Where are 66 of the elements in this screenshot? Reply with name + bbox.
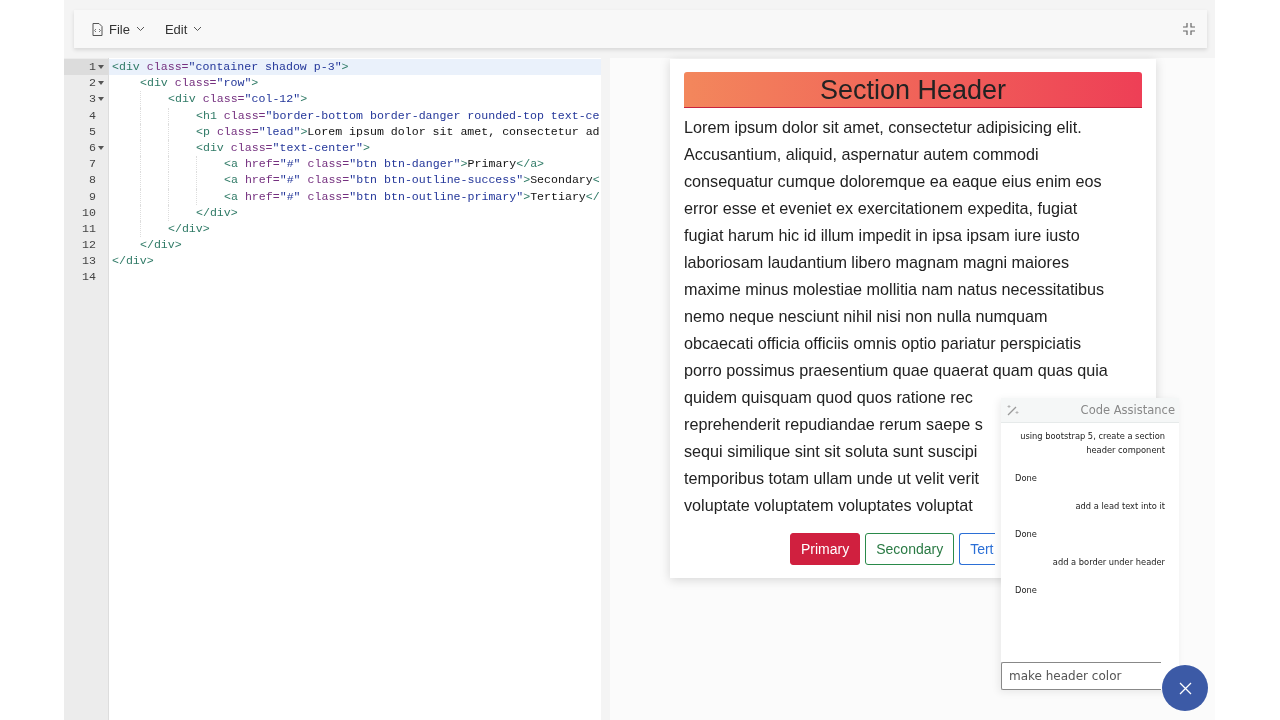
reply-message: Done xyxy=(1015,528,1038,541)
user-message: add a lead text into it xyxy=(1075,500,1165,513)
line-number: 14 xyxy=(82,269,96,286)
fold-arrow-icon[interactable] xyxy=(97,146,105,151)
line-number: 2 xyxy=(89,75,96,92)
code-line: <a href="#" class="btn btn-outline-primary">Tertiary</ xyxy=(224,188,600,205)
code-line: <div class="col-12"> xyxy=(168,91,308,108)
line-number: 12 xyxy=(82,237,96,254)
magic-wand-icon xyxy=(1006,404,1020,416)
lead-text-line: porro possimus praesentium quae quaerat quam quas quia xyxy=(684,360,1108,381)
line-number: 8 xyxy=(89,172,96,189)
collapse-icon[interactable] xyxy=(1183,23,1195,35)
line-number: 10 xyxy=(82,204,96,221)
lead-text-line: quidem quisquam quod quos ratione rec xyxy=(684,387,973,408)
lead-text-line: sequi similique sint sit soluta sunt suscipi xyxy=(684,441,978,462)
preview-button[interactable]: Primary xyxy=(790,533,861,565)
line-number: 3 xyxy=(89,91,96,108)
chevron-down-icon xyxy=(193,26,203,32)
lead-text-line: reprehenderit repudiandae rerum saepe s xyxy=(684,414,983,435)
panel-title: Code Assistance xyxy=(1080,403,1175,417)
user-message: using bootstrap 5, create a section header component xyxy=(1019,430,1165,457)
code-line: </div> xyxy=(140,237,182,254)
lead-text-line: fugiat harum hic id illum impedit in ipsa ipsam iure iusto xyxy=(684,225,1080,246)
code-line: <a href="#" class="btn btn-outline-success">Secondary< xyxy=(224,172,600,189)
section-header: Section Header xyxy=(684,72,1142,108)
code-line: </div> xyxy=(168,220,210,237)
lead-text-line: temporibus totam ullam unde ut velit verit xyxy=(684,468,980,489)
code-line: <div class="text-center"> xyxy=(196,139,370,156)
preview-button[interactable]: Secondary xyxy=(865,533,955,565)
fold-arrow-icon[interactable] xyxy=(97,65,105,70)
menu-button[interactable]: File xyxy=(92,21,145,37)
code-line: <div class="row"> xyxy=(140,75,259,92)
prompt-field[interactable]: make header color xyxy=(1001,662,1161,690)
line-number: 1 xyxy=(89,59,96,75)
menu-button[interactable]: Edit xyxy=(164,21,203,37)
code-line: <h1 class="border-bottom border-danger rounded-top text-ce xyxy=(196,107,600,124)
code-line: </div> xyxy=(112,253,154,270)
reply-message: Done xyxy=(1015,472,1038,485)
code-line: <div class="container shadow p-3"> xyxy=(112,59,349,75)
code-line: <a href="#" class="btn btn-danger">Primary</a> xyxy=(224,156,545,173)
lead-text-line: voluptate voluptatem voluptates voluptat xyxy=(684,495,973,516)
code-line: <p class="lead">Lorem ipsum dolor sit amet, consectetur ad xyxy=(196,123,600,140)
lead-text-line: nemo neque nesciunt nihil nisi non nulla numquam xyxy=(684,306,1048,327)
lead-text-line: error esse et eveniet ex exercitationem expedita, fugiat xyxy=(684,198,1078,219)
fold-arrow-icon[interactable] xyxy=(97,81,105,86)
line-number: 9 xyxy=(89,188,96,205)
line-number: 13 xyxy=(82,253,96,270)
preview-button[interactable]: Tert xyxy=(959,533,996,565)
lead-text-line: consequatur cumque doloremque ea eaque eius enim eos xyxy=(684,171,1102,192)
lead-text-line: laboriosam laudantium libero magnam magni maiores xyxy=(684,252,1070,273)
chevron-down-icon xyxy=(135,26,145,32)
code-line: </div> xyxy=(196,204,238,221)
line-number: 7 xyxy=(89,156,96,173)
line-number: 4 xyxy=(89,107,96,124)
line-number: 6 xyxy=(89,139,96,156)
reply-message: Done xyxy=(1015,584,1038,597)
lead-text-line: obcaecati officia officiis omnis optio pariatur perspiciatis xyxy=(684,333,1082,354)
line-number: 11 xyxy=(82,220,96,237)
line-number: 5 xyxy=(89,123,96,140)
close-icon xyxy=(1178,681,1192,695)
lead-text-line: maxime minus molestiae mollitia nam natus necessitatibus xyxy=(684,279,1105,300)
file-icon xyxy=(92,22,103,36)
lead-text-line: Accusantium, aliquid, aspernatur autem commodi xyxy=(684,144,1039,165)
lead-text-line: Lorem ipsum dolor sit amet, consectetur adipisicing elit. xyxy=(684,117,1082,138)
user-message: add a border under header xyxy=(1052,556,1165,569)
fold-arrow-icon[interactable] xyxy=(97,97,105,102)
